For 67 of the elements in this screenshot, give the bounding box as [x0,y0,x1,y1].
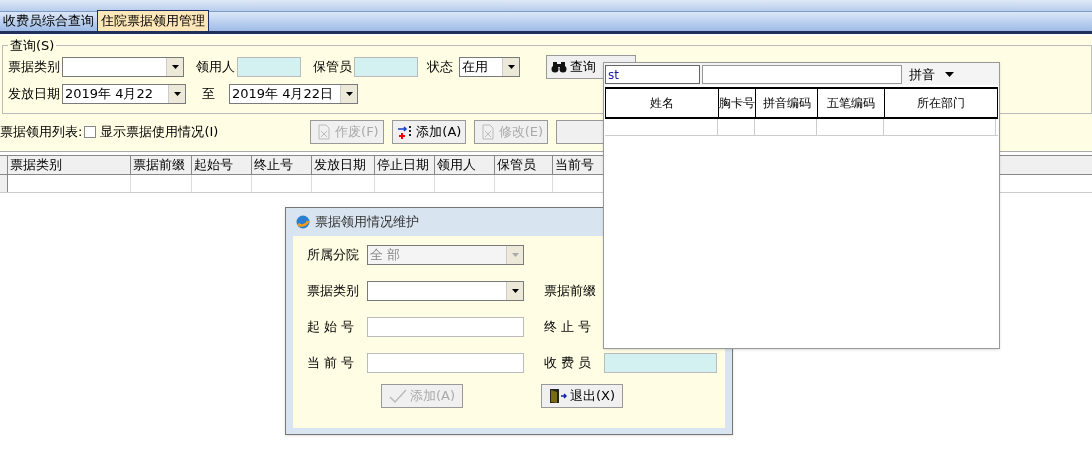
field-label: 票据领用列表: [0,123,83,142]
mode-dropdown[interactable]: 拼音 [909,64,954,85]
add-icon [397,124,414,140]
caret-icon [945,72,954,77]
column-header: 保管员 [495,156,553,174]
column-header: 停止日期 [375,156,435,174]
field-label: 保管员 [313,57,352,76]
dropdown-field[interactable] [367,281,524,301]
caret-icon [171,64,179,69]
field-label: 当 前 号 [307,354,356,373]
caret-icon [345,91,353,96]
caret-icon [511,253,519,257]
caret-icon [511,289,519,293]
exit-button[interactable]: 退出(X) [541,384,623,408]
dropdown-button[interactable] [340,84,357,103]
field-label: 终 止 号 [544,318,593,337]
input-field[interactable] [237,56,301,77]
column-header: 票据前缀 [131,156,192,174]
column-header: 终止号 [252,156,312,174]
app-logo-icon [296,215,310,229]
tab[interactable]: 住院票据领用管理 [97,10,209,31]
tab[interactable]: 收费员综合查询 [0,10,97,31]
input-field[interactable] [367,353,524,373]
column-header: 所在部门 [916,95,966,112]
field-label: 起 始 号 [307,318,356,337]
field-label: 收 费 员 [544,354,593,373]
search-field[interactable]: st [605,65,700,84]
column-header: 五笔编码 [818,89,885,117]
dropdown-field[interactable]: 在用 [459,56,520,77]
input-field[interactable] [702,65,902,84]
field-label: 所属分院 [307,246,360,265]
checkmark-icon [388,388,407,404]
checkbox[interactable] [84,126,97,138]
column-header: 姓名 [606,89,719,117]
group-title: 查询(S) [9,37,56,55]
column-header: 胸卡号 [719,89,756,117]
dropdown-field[interactable]: 2019年 4月22日 [229,83,358,104]
input-field[interactable] [354,56,418,77]
field-label: 领用人 [196,57,235,76]
dropdown-button[interactable] [506,282,523,300]
field-label: 发放日期 [8,84,60,103]
column-header: 起始号 [192,156,252,174]
input-field[interactable] [604,353,717,373]
column-header: 领用人 [435,156,495,174]
column-header: 拼音编码 [756,89,818,117]
field-label: 票据类别 [8,57,60,76]
field-label: 至 [202,84,215,103]
field-label: 票据类别 [307,282,360,301]
add-button[interactable]: 添加(A) [392,120,467,144]
dropdown-button[interactable] [166,57,183,76]
binoculars-icon [551,60,567,73]
document-icon [479,124,496,140]
column-header: 发放日期 [312,156,375,174]
column-header: 票据类别 [8,156,131,174]
field-label: 状态 [427,57,453,76]
caret-icon [173,91,181,96]
document-icon [316,124,333,140]
field-label: 票据前缀 [544,282,597,301]
input-field[interactable] [367,317,524,337]
dropdown-field[interactable] [62,56,184,77]
dropdown-field[interactable]: 2019年 4月22 [62,83,186,104]
dropdown-button[interactable] [502,57,519,76]
door-icon [548,388,567,404]
checkbox-label[interactable]: 显示票据使用情况(I) [100,122,219,142]
dropdown-button[interactable] [168,84,185,103]
caret-icon [507,64,515,69]
dialog-title: 票据领用情况维护 [315,213,419,232]
